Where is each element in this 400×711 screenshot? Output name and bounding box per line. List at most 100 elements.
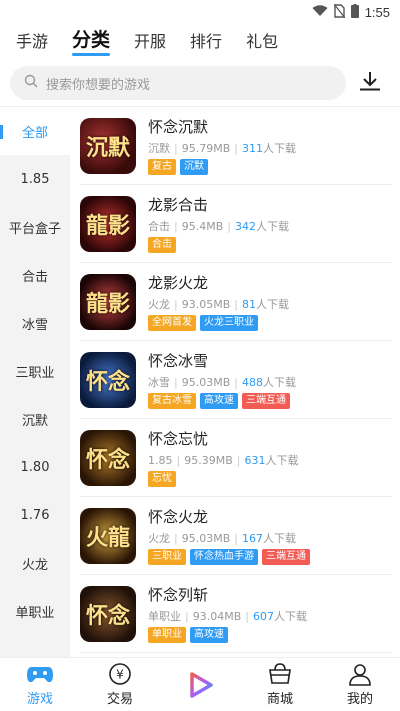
game-info: 龙影火龙火龙 | 93.05MB | 81 人下载 全网首发 火龙三职业: [148, 272, 392, 331]
game-category: 沉默: [148, 142, 170, 155]
game-icon: 怀念: [80, 429, 136, 486]
game-icon-glyph: 火龍: [85, 524, 130, 551]
game-row[interactable]: 火龍 怀念火龙 火龙 | 95.03MB | 167 人下载 三职业 怀念热血手游 三端互通: [80, 497, 392, 575]
game-info: 龙影合击 合击 | 95.4MB | 342 人下载 合击: [148, 194, 392, 253]
game-tag: 怀念热血手游: [190, 549, 258, 565]
download-unit: 人下载: [262, 532, 296, 545]
meta-separator: |: [174, 141, 178, 155]
sidebar-item[interactable]: 沉默: [0, 395, 70, 443]
nav-item-play[interactable]: [160, 658, 240, 711]
yen-icon: ¥: [108, 662, 132, 686]
user-icon: [348, 662, 372, 686]
game-meta: 火龙 | 93.05MB | 81 人下载: [148, 296, 392, 312]
game-name: 怀念火龙: [148, 508, 209, 526]
game-tags: 忘忧: [148, 471, 392, 487]
game-tag: 合击: [148, 237, 176, 253]
game-tag: 全网首发: [148, 315, 196, 331]
game-category: 冰雪: [148, 376, 170, 389]
game-name: 怀念沉默: [148, 118, 209, 136]
game-tag: 高攻速: [200, 393, 238, 409]
game-icon: 沉默: [80, 117, 136, 174]
meta-separator: |: [234, 297, 238, 311]
nav-label: 交易: [106, 692, 133, 707]
meta-separator: |: [245, 609, 249, 623]
download-count: 81: [241, 297, 256, 311]
game-row[interactable]: 怀念 怀念列斩 单职业 | 93.04MB | 607 人下载 单职业 高攻速: [80, 575, 392, 653]
sidebar-item[interactable]: 1.80: [0, 443, 70, 491]
sidebar-item[interactable]: 平台盒子: [0, 203, 70, 251]
game-tags: 全网首发 火龙三职业: [148, 315, 392, 331]
meta-separator: |: [174, 219, 178, 233]
sidebar-item[interactable]: 单职业: [0, 587, 70, 635]
game-tag: 单职业: [148, 627, 186, 643]
sidebar-item[interactable]: 1.85: [0, 155, 70, 203]
game-size: 95.03MB: [181, 531, 231, 545]
game-info: 怀念忘忧 1.85 | 95.39MB | 631 人下载 忘忧: [148, 428, 392, 487]
game-tag: 三职业: [148, 549, 186, 565]
nav-item-交易[interactable]: ¥ 交易: [80, 658, 160, 711]
search-placeholder: 搜索你想要的游戏: [46, 77, 151, 93]
game-meta: 沉默 | 95.79MB | 311 人下载: [148, 140, 392, 156]
game-icon-glyph: 怀念: [85, 602, 130, 629]
tab-1[interactable]: 分类: [72, 25, 111, 56]
game-tag: 火龙三职业: [200, 315, 258, 331]
download-unit: 人下载: [262, 142, 296, 155]
game-size: 93.05MB: [181, 297, 231, 311]
sidebar-item[interactable]: 冰雪: [0, 299, 70, 347]
meta-separator: |: [234, 141, 238, 155]
game-tag: 忘忧: [148, 471, 176, 487]
nav-item-游戏[interactable]: 游戏: [0, 658, 80, 711]
game-row[interactable]: 怀念 怀念冰雪 冰雪 | 95.03MB | 488 人下载 复古冰雪 高攻速 三端互通: [80, 341, 392, 419]
game-size: 95.03MB: [181, 375, 231, 389]
download-button[interactable]: [350, 66, 390, 100]
game-name: 怀念列斩: [148, 586, 209, 604]
nav-item-商城[interactable]: 商城: [240, 658, 320, 711]
game-size: 93.04MB: [192, 609, 242, 623]
meta-separator: |: [174, 375, 178, 389]
game-tag: 复古: [148, 159, 176, 175]
download-count: 167: [241, 531, 263, 545]
status-time: 1:55: [364, 4, 390, 20]
status-bar: 1:55: [0, 0, 400, 24]
tab-0[interactable]: 手游: [16, 28, 48, 56]
tab-3[interactable]: 排行: [190, 28, 222, 56]
sidebar-item[interactable]: 三职业: [0, 347, 70, 395]
download-icon: [359, 71, 381, 95]
game-info: 怀念沉默 沉默 | 95.79MB | 311 人下载 复古 沉默: [148, 116, 392, 175]
sidebar-item[interactable]: 全部: [0, 107, 70, 155]
game-icon-glyph: 怀念: [85, 368, 130, 395]
game-icon: 怀念: [80, 585, 136, 642]
meta-separator: |: [176, 453, 181, 467]
bottom-nav: 游戏 ¥ 交易 商城 我的: [0, 657, 400, 711]
search-input[interactable]: 搜索你想要的游戏: [10, 66, 346, 100]
search-row: 搜索你想要的游戏: [0, 60, 400, 106]
game-tags: 单职业 高攻速: [148, 627, 392, 643]
game-row[interactable]: 龍影 龙影合击 合击 | 95.4MB | 342 人下载 合击: [80, 185, 392, 263]
game-tags: 合击: [148, 237, 392, 253]
sidebar-item[interactable]: 火龙: [0, 539, 70, 587]
game-row[interactable]: 怀念 怀念忘忧 1.85 | 95.39MB | 631 人下载 忘忧: [80, 419, 392, 497]
game-name: 龙影火龙: [148, 274, 209, 292]
search-icon: [24, 74, 38, 92]
sidebar-item[interactable]: 合击: [0, 251, 70, 299]
game-tag: 复古冰雪: [148, 393, 196, 409]
game-icon: 龍影: [80, 195, 136, 252]
download-unit: 人下载: [273, 610, 307, 623]
sidebar-item[interactable]: 1.76: [0, 491, 70, 539]
nav-item-我的[interactable]: 我的: [320, 658, 400, 711]
tab-4[interactable]: 礼包: [246, 28, 278, 56]
meta-separator: |: [174, 531, 178, 545]
game-tags: 复古冰雪 高攻速 三端互通: [148, 393, 392, 409]
game-category: 单职业: [148, 610, 181, 623]
game-category: 1.85: [148, 453, 173, 467]
game-name: 怀念忘忧: [148, 430, 209, 448]
game-row[interactable]: 龍影 龙影火龙 火龙 | 93.05MB | 81 人下载 全网首发 火龙三职业: [80, 263, 392, 341]
game-tags: 复古 沉默: [148, 159, 392, 175]
nav-label: 我的: [346, 692, 373, 707]
game-row[interactable]: 沉默 怀念沉默 沉默 | 95.79MB | 311 人下载 复古 沉默: [80, 107, 392, 185]
tab-2[interactable]: 开服: [134, 28, 166, 56]
game-meta: 冰雪 | 95.03MB | 488 人下载: [148, 374, 392, 390]
game-meta: 火龙 | 95.03MB | 167 人下载: [148, 530, 392, 546]
game-info: 怀念列斩 单职业 | 93.04MB | 607 人下载 单职业 高攻速: [148, 584, 392, 643]
download-unit: 人下载: [265, 454, 299, 467]
